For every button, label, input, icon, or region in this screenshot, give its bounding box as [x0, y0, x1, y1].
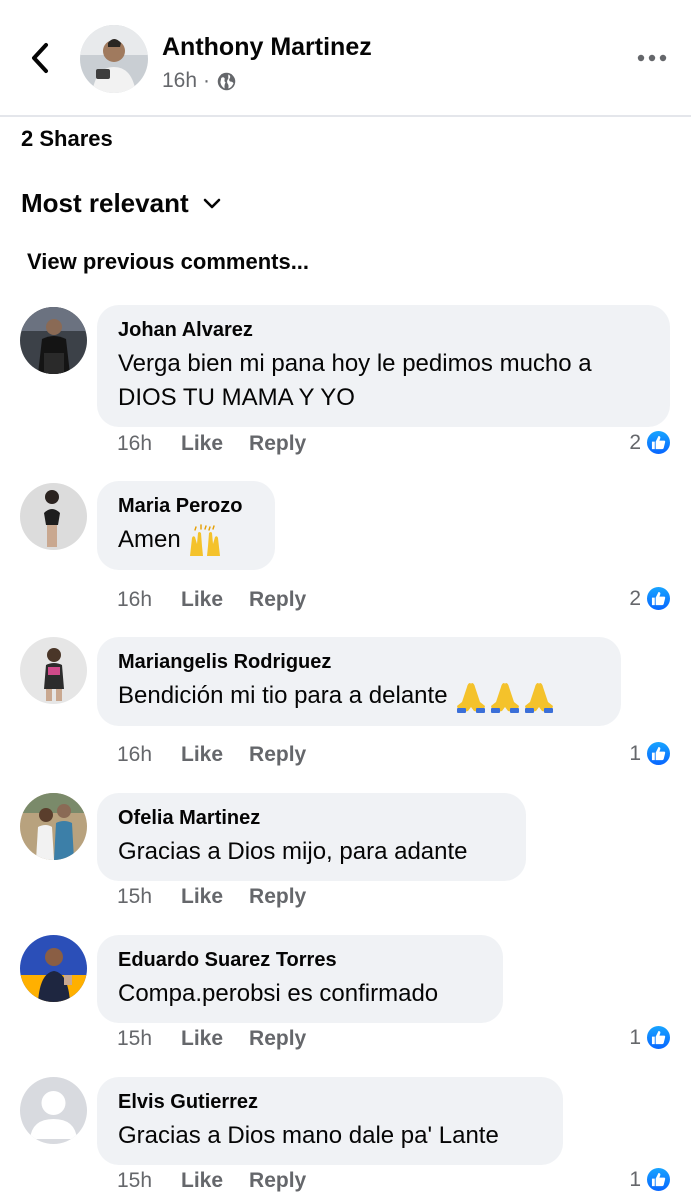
reply-button[interactable]: Reply	[249, 1169, 306, 1193]
like-button[interactable]: Like	[181, 1027, 223, 1051]
like-button[interactable]: Like	[181, 743, 223, 767]
globe-icon	[217, 72, 236, 90]
thumbs-up-icon	[645, 740, 672, 767]
comment-text-content: Amen	[118, 526, 181, 553]
sort-label: Most relevant	[21, 188, 189, 218]
reaction-number: 2	[629, 586, 641, 610]
comment-bubble[interactable]: Maria Perozo Amen	[97, 481, 275, 570]
comment-text: Bendición mi tio para a delante	[118, 679, 600, 714]
author-avatar[interactable]	[80, 25, 148, 93]
comment-text: Gracias a Dios mijo, para adante	[118, 838, 468, 865]
commenter-name[interactable]: Johan Alvarez	[118, 317, 649, 343]
like-button[interactable]: Like	[181, 1169, 223, 1193]
raising-hands-emoji-icon	[190, 523, 221, 556]
commenter-name[interactable]: Ofelia Martinez	[118, 805, 505, 831]
sort-dropdown[interactable]: Most relevant	[21, 188, 221, 219]
chevron-left-icon	[32, 43, 48, 73]
like-button[interactable]: Like	[181, 588, 223, 612]
commenter-name[interactable]: Eduardo Suarez Torres	[118, 947, 482, 973]
more-dots-icon	[637, 54, 667, 62]
comment-actions: 16h Like Reply	[117, 432, 332, 456]
comment-time[interactable]: 16h	[117, 432, 181, 456]
comment-time[interactable]: 15h	[117, 1169, 181, 1193]
reaction-number: 2	[629, 430, 641, 454]
avatar[interactable]	[20, 307, 87, 374]
avatar[interactable]	[20, 793, 87, 860]
comment-bubble[interactable]: Mariangelis Rodriguez Bendición mi tio p…	[97, 637, 621, 726]
comment-time[interactable]: 15h	[117, 1027, 181, 1051]
reply-button[interactable]: Reply	[249, 432, 306, 456]
avatar[interactable]	[20, 637, 87, 704]
comment-bubble[interactable]: Johan Alvarez Verga bien mi pana hoy le …	[97, 305, 670, 427]
comment-actions: 16h Like Reply	[117, 743, 332, 767]
comment-text: Verga bien mi pana hoy le pedimos mucho …	[118, 350, 592, 377]
reaction-count[interactable]: 1	[629, 1166, 672, 1193]
reaction-number: 1	[629, 1025, 641, 1049]
chevron-down-icon	[203, 198, 220, 208]
comment-actions: 16h Like Reply	[117, 588, 332, 612]
back-button[interactable]	[22, 38, 58, 78]
like-button[interactable]: Like	[181, 885, 223, 909]
folded-hands-emoji-icon	[457, 682, 554, 713]
reply-button[interactable]: Reply	[249, 588, 306, 612]
reply-button[interactable]: Reply	[249, 1027, 306, 1051]
reply-button[interactable]: Reply	[249, 743, 306, 767]
thumbs-up-icon	[645, 585, 672, 612]
comment-text-content: Bendición mi tio para a delante	[118, 682, 448, 709]
shares-count[interactable]: 2 Shares	[21, 126, 113, 152]
comment-time[interactable]: 16h	[117, 588, 181, 612]
thumbs-up-icon	[645, 1024, 672, 1051]
avatar[interactable]	[20, 483, 87, 550]
post-time[interactable]: 16h	[162, 69, 197, 93]
comment-actions: 15h Like Reply	[117, 1027, 332, 1051]
commenter-name[interactable]: Maria Perozo	[118, 493, 254, 519]
reaction-count[interactable]: 2	[629, 429, 672, 456]
reaction-count[interactable]: 2	[629, 585, 672, 612]
thumbs-up-icon	[645, 1166, 672, 1193]
comment-text: DIOS TU MAMA Y YO	[118, 384, 355, 411]
avatar[interactable]	[20, 935, 87, 1002]
comment-actions: 15h Like Reply	[117, 1169, 332, 1193]
default-avatar-icon	[20, 1077, 87, 1144]
reply-button[interactable]: Reply	[249, 885, 306, 909]
commenter-name[interactable]: Elvis Gutierrez	[118, 1089, 542, 1115]
more-options-button[interactable]	[632, 44, 672, 72]
reaction-count[interactable]: 1	[629, 1024, 672, 1051]
author-name[interactable]: Anthony Martinez	[162, 33, 372, 62]
commenter-name[interactable]: Mariangelis Rodriguez	[118, 649, 600, 675]
like-button[interactable]: Like	[181, 432, 223, 456]
comment-actions: 15h Like Reply	[117, 885, 332, 909]
meta-separator: ·	[203, 69, 211, 92]
avatar[interactable]	[20, 1077, 87, 1144]
reaction-number: 1	[629, 741, 641, 765]
reaction-number: 1	[629, 1167, 641, 1191]
comment-time[interactable]: 16h	[117, 743, 181, 767]
comment-text: Compa.perobsi es confirmado	[118, 980, 439, 1007]
post-header: Anthony Martinez 16h ·	[0, 0, 691, 117]
reaction-count[interactable]: 1	[629, 740, 672, 767]
comment-text: Gracias a Dios mano dale pa' Lante	[118, 1122, 499, 1149]
view-previous-comments-link[interactable]: View previous comments...	[27, 249, 309, 275]
comment-text: Amen	[118, 523, 254, 558]
comment-bubble[interactable]: Elvis Gutierrez Gracias a Dios mano dale…	[97, 1077, 563, 1165]
post-meta: 16h ·	[162, 69, 237, 93]
thumbs-up-icon	[645, 429, 672, 456]
comment-bubble[interactable]: Ofelia Martinez Gracias a Dios mijo, par…	[97, 793, 526, 881]
comment-time[interactable]: 15h	[117, 885, 181, 909]
comment-bubble[interactable]: Eduardo Suarez Torres Compa.perobsi es c…	[97, 935, 503, 1023]
